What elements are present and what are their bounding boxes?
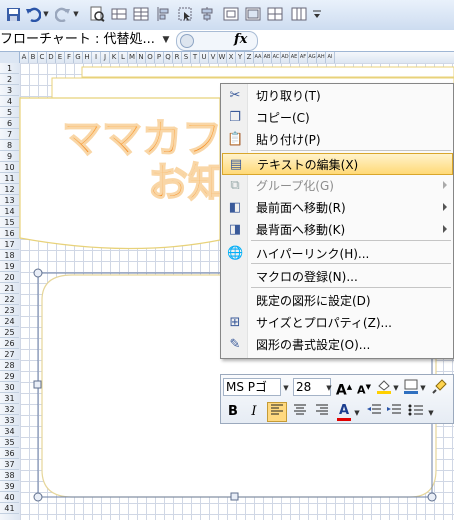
shrink-font-button[interactable]: A▼: [355, 378, 373, 397]
chevron-down-icon[interactable]: ▼: [281, 378, 291, 396]
format-painter-icon[interactable]: [431, 378, 449, 396]
align-center-icon[interactable]: [291, 403, 309, 421]
context-menu-item[interactable]: 🌐 ハイパーリンク(H)...: [222, 243, 453, 265]
context-menu-item[interactable]: 📋 貼り付け(P): [222, 129, 453, 151]
align-right-icon[interactable]: [313, 403, 331, 421]
context-menu-item-label: マクロの登録(N)...: [256, 270, 358, 284]
context-menu-item-label: 最背面へ移動(K): [256, 223, 346, 237]
size-icon: ⊞: [229, 315, 241, 330]
shrink-font-label: A: [357, 383, 366, 397]
bold-label: B: [228, 404, 238, 419]
context-menu-item-label: 貼り付け(P): [256, 133, 321, 147]
context-menu-item[interactable]: ❐ コピー(C): [222, 107, 453, 129]
context-menu-item[interactable]: 既定の図形に設定(D): [222, 290, 453, 312]
context-menu-item[interactable]: マクロの登録(N)...: [222, 266, 453, 288]
context-menu-item[interactable]: ✂ 切り取り(T): [222, 85, 453, 107]
align-left-button[interactable]: [267, 402, 287, 422]
context-menu-item-label: グループ化(G): [256, 179, 334, 193]
context-menu-item-label: テキストの編集(X): [257, 158, 359, 172]
font-name-value: MS Pゴ: [226, 380, 268, 394]
resize-handle[interactable]: [33, 268, 43, 278]
chevron-down-icon[interactable]: ▼: [325, 378, 333, 396]
context-menu-item-label: サイズとプロパティ(Z)...: [256, 316, 392, 330]
edit-text-icon: ▤: [229, 157, 243, 172]
resize-handle[interactable]: [230, 492, 239, 501]
bring-front-icon: ◧: [228, 200, 242, 215]
format-shape-icon: ✎: [229, 337, 241, 352]
submenu-arrow-icon: [443, 225, 447, 233]
context-menu-item-label: 既定の図形に設定(D): [256, 294, 371, 308]
context-menu: ✂ 切り取り(T) ❐ コピー(C) 📋 貼り付け(P) ▤ テキストの編集(X) ⧉ グループ化…: [220, 83, 454, 359]
resize-handle[interactable]: [33, 492, 43, 502]
menu-separator: [251, 287, 451, 288]
resize-handle[interactable]: [427, 492, 437, 502]
context-menu-item-label: 図形の書式設定(O)...: [256, 338, 371, 352]
context-menu-item[interactable]: ⊞ サイズとプロパティ(Z)...: [222, 312, 453, 334]
group-icon: ⧉: [230, 178, 240, 193]
banner-line-2: お知: [148, 160, 228, 206]
increase-indent-icon[interactable]: [385, 403, 403, 421]
submenu-arrow-icon: [443, 181, 447, 189]
fill-color-icon[interactable]: [375, 378, 393, 396]
paste-icon: 📋: [227, 132, 244, 147]
decrease-indent-icon[interactable]: [365, 403, 383, 421]
context-menu-item[interactable]: ◨ 最背面へ移動(K): [222, 219, 453, 241]
context-menu-item[interactable]: ▤ テキストの編集(X): [222, 153, 453, 175]
context-menu-item-label: 切り取り(T): [256, 89, 321, 103]
context-menu-item[interactable]: ✎ 図形の書式設定(O)...: [222, 334, 453, 356]
chevron-down-icon[interactable]: ▼: [353, 403, 361, 421]
back-card-shape[interactable]: [81, 66, 454, 78]
font-color-swatch: [337, 418, 351, 421]
bullets-icon[interactable]: [407, 403, 425, 421]
resize-handle[interactable]: [33, 380, 42, 389]
menu-separator: [251, 240, 451, 241]
context-menu-item: ⧉ グループ化(G): [222, 175, 453, 197]
grow-font-button[interactable]: A▲: [335, 378, 353, 399]
bold-button[interactable]: B: [224, 403, 242, 421]
mini-toolbar: MS Pゴ ▼ 28 ▼ A▲ A▼ ▼ ▼ B I A ▼ ▼: [220, 374, 454, 424]
hyperlink-icon: 🌐: [227, 246, 244, 261]
line-color-icon[interactable]: [402, 378, 420, 396]
context-menu-item-label: コピー(C): [256, 111, 310, 125]
grow-font-label: A: [335, 382, 347, 399]
scissors-icon: ✂: [229, 88, 241, 103]
font-size-value: 28: [296, 380, 312, 394]
italic-button[interactable]: I: [245, 403, 263, 421]
italic-label: I: [251, 404, 257, 419]
chevron-down-icon[interactable]: ▼: [392, 378, 400, 396]
send-back-icon: ◨: [228, 222, 242, 237]
submenu-arrow-icon: [443, 203, 447, 211]
menu-separator: [251, 150, 451, 151]
context-menu-item-label: ハイパーリンク(H)...: [256, 247, 370, 261]
chevron-down-icon[interactable]: ▼: [427, 403, 435, 421]
chevron-down-icon[interactable]: ▼: [419, 378, 427, 396]
menu-separator: [251, 263, 451, 264]
context-menu-item[interactable]: ◧ 最前面へ移動(R): [222, 197, 453, 219]
font-name-select[interactable]: MS Pゴ: [223, 378, 281, 396]
font-color-button[interactable]: A: [335, 402, 353, 421]
copy-icon: ❐: [229, 110, 241, 125]
context-menu-item-label: 最前面へ移動(R): [256, 201, 346, 215]
font-color-label: A: [338, 403, 350, 418]
